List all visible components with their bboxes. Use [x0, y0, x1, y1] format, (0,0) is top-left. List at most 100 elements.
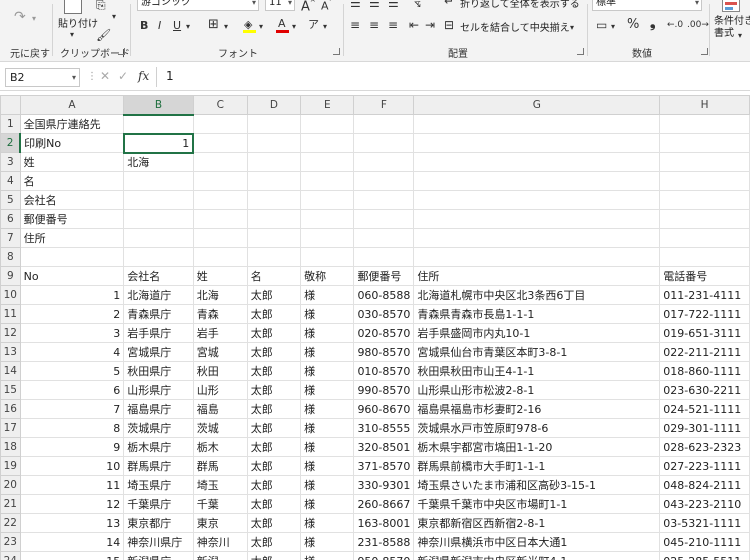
cell[interactable]: 太郎: [246, 304, 302, 324]
cell[interactable]: 14: [19, 532, 125, 552]
conditional-format-dropdown-icon[interactable]: ▾: [738, 29, 742, 43]
cell[interactable]: 330-9301: [353, 475, 415, 495]
cell[interactable]: [413, 190, 661, 210]
cell[interactable]: 住所: [19, 228, 125, 248]
cell[interactable]: 様: [300, 456, 355, 476]
more-options-icon[interactable]: ⋮: [87, 70, 97, 84]
cell[interactable]: [300, 247, 355, 267]
cell[interactable]: [300, 209, 355, 229]
cell[interactable]: [413, 114, 661, 134]
copy-icon[interactable]: ⎘: [96, 0, 106, 12]
cell[interactable]: 980-8570: [353, 342, 415, 362]
cell[interactable]: 960-8670: [353, 399, 415, 419]
copy-dropdown-icon[interactable]: ▾: [112, 10, 116, 24]
cell[interactable]: 様: [300, 475, 355, 495]
cell[interactable]: 青森: [192, 304, 248, 324]
cell[interactable]: 電話番号: [659, 266, 750, 286]
cell[interactable]: [659, 114, 750, 134]
row-header[interactable]: 3: [0, 152, 21, 172]
cell[interactable]: 9: [19, 437, 125, 457]
cell[interactable]: [246, 114, 302, 134]
increase-font-icon[interactable]: A^: [301, 0, 316, 14]
cell[interactable]: [353, 133, 415, 153]
row-header[interactable]: 1: [0, 114, 21, 134]
cell[interactable]: 023-630-2211: [659, 380, 750, 400]
cell[interactable]: [353, 152, 415, 172]
cell[interactable]: 神奈川県庁: [123, 532, 194, 552]
cell[interactable]: 様: [300, 418, 355, 438]
cell[interactable]: 2: [19, 304, 125, 324]
font-color-dropdown-icon[interactable]: ▾: [292, 20, 296, 34]
insert-function-button[interactable]: fx: [138, 69, 149, 83]
cell[interactable]: 4: [19, 342, 125, 362]
cell[interactable]: 太郎: [246, 323, 302, 343]
cell[interactable]: 018-860-1111: [659, 361, 750, 381]
font-launcher-icon[interactable]: [333, 48, 340, 55]
cell[interactable]: 15: [19, 551, 125, 560]
cell[interactable]: 5: [19, 361, 125, 381]
cell[interactable]: 045-210-1111: [659, 532, 750, 552]
cell[interactable]: 990-8570: [353, 380, 415, 400]
cell[interactable]: [123, 247, 194, 267]
name-box[interactable]: B2 ▾: [5, 68, 80, 87]
align-bottom-icon[interactable]: ☰: [388, 0, 399, 10]
cell[interactable]: 秋田県庁: [123, 361, 194, 381]
cell[interactable]: 栃木: [192, 437, 248, 457]
font-name-combo[interactable]: 游ゴシック ▾: [137, 0, 259, 11]
cell[interactable]: [192, 152, 248, 172]
cell[interactable]: 027-223-1111: [659, 456, 750, 476]
cell[interactable]: 青森県庁: [123, 304, 194, 324]
cell[interactable]: [300, 114, 355, 134]
cell[interactable]: [659, 171, 750, 191]
row-header[interactable]: 6: [0, 209, 21, 229]
cell[interactable]: [300, 190, 355, 210]
cell[interactable]: 敬称: [300, 266, 355, 286]
cell[interactable]: 様: [300, 342, 355, 362]
cell[interactable]: 017-722-1111: [659, 304, 750, 324]
cell[interactable]: 048-824-2111: [659, 475, 750, 495]
cell[interactable]: 1: [19, 285, 125, 305]
cell[interactable]: [123, 209, 194, 229]
cell[interactable]: [300, 133, 355, 153]
cell[interactable]: 東京: [192, 513, 248, 533]
row-header[interactable]: 14: [0, 361, 21, 381]
cell[interactable]: [353, 190, 415, 210]
cell[interactable]: [659, 209, 750, 229]
row-header[interactable]: 4: [0, 171, 21, 191]
cell[interactable]: 新潟: [192, 551, 248, 560]
phonetic-dropdown-icon[interactable]: ▾: [323, 20, 327, 34]
cell[interactable]: 福島県福島市杉妻町2-16: [413, 399, 661, 419]
cell[interactable]: [246, 152, 302, 172]
cell[interactable]: [123, 171, 194, 191]
cell[interactable]: 太郎: [246, 532, 302, 552]
align-top-icon[interactable]: ☰: [350, 0, 361, 10]
number-format-combo[interactable]: 標準 ▾: [592, 0, 702, 11]
cell[interactable]: 印刷No: [19, 133, 125, 153]
cell[interactable]: 栃木県庁: [123, 437, 194, 457]
column-header-h[interactable]: H: [659, 95, 750, 115]
cell[interactable]: 231-8588: [353, 532, 415, 552]
align-left-icon[interactable]: ≡: [350, 18, 360, 32]
decrease-indent-icon[interactable]: ⇤: [409, 18, 419, 32]
cell[interactable]: [192, 190, 248, 210]
cell[interactable]: 太郎: [246, 285, 302, 305]
cell[interactable]: 020-8570: [353, 323, 415, 343]
row-header[interactable]: 2: [0, 133, 22, 153]
cell[interactable]: 13: [19, 513, 125, 533]
cell[interactable]: [246, 190, 302, 210]
cell[interactable]: [246, 228, 302, 248]
cell[interactable]: 埼玉県庁: [123, 475, 194, 495]
row-header[interactable]: 9: [0, 266, 21, 286]
cell[interactable]: 010-8570: [353, 361, 415, 381]
cell[interactable]: 北海道庁: [123, 285, 194, 305]
alignment-launcher-icon[interactable]: [577, 48, 584, 55]
cell[interactable]: [659, 190, 750, 210]
cell[interactable]: 950-8570: [353, 551, 415, 560]
column-header-a[interactable]: A: [19, 95, 125, 115]
align-middle-icon[interactable]: ☰: [369, 0, 380, 10]
cell[interactable]: 福島: [192, 399, 248, 419]
cell[interactable]: [353, 228, 415, 248]
cell[interactable]: 310-8555: [353, 418, 415, 438]
cell[interactable]: 様: [300, 551, 355, 560]
cell[interactable]: [659, 247, 750, 267]
